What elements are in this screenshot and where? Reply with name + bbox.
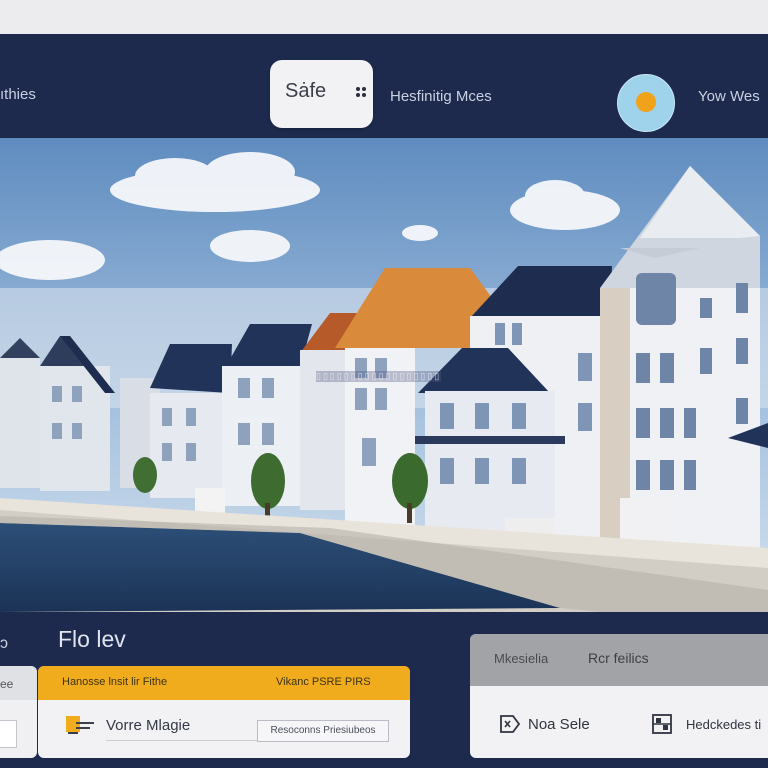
user-avatar[interactable] xyxy=(617,74,675,132)
nav-item-left[interactable]: ıthies xyxy=(0,86,36,103)
left-card-head-label: ee xyxy=(0,677,14,691)
listing-item-label: Vorre Mlagie xyxy=(106,717,191,734)
nav-user-link[interactable]: Yow Wes xyxy=(698,88,760,105)
note-icon xyxy=(66,716,94,734)
left-card-field[interactable] xyxy=(0,720,17,748)
listing-item-underline xyxy=(106,740,264,741)
building-icon xyxy=(652,714,672,734)
left-card[interactable]: ee xyxy=(0,666,37,758)
avatar-dot-icon xyxy=(636,92,656,112)
listing-card-head-right: Vikanc PSRE PIRS xyxy=(276,676,371,688)
section-title: Flo lev xyxy=(58,626,126,652)
listing-card-head-left: Hanosse lnsit lir Fithe xyxy=(62,676,168,688)
for-sale-option[interactable]: Noa Sele xyxy=(498,712,618,738)
house-option-label: Hedckedes ti xyxy=(686,717,762,732)
bottom-panel: ɔ Flo lev ee Hanosse lnsit lir Fithe Vik… xyxy=(0,612,768,768)
header-bar: ıthies Sȧfe Hesfinitig Mces Yow Wes xyxy=(0,34,768,138)
safe-button-label: Sȧfe xyxy=(285,80,327,102)
filter-card-header: Mkesielia Rcr feilics xyxy=(470,634,768,686)
listing-input[interactable]: Resoconns Priesiubeos xyxy=(257,720,389,742)
hero-caption: ▯▯▯▯▯▯▯▯▯▯▯▯▯▯▯▯▯▯ xyxy=(316,371,442,382)
listing-card: Hanosse lnsit lir Fithe Vikanc PSRE PIRS… xyxy=(38,666,410,758)
section-marker: ɔ xyxy=(0,635,8,652)
listing-item[interactable]: Vorre Mlagie xyxy=(64,712,264,741)
filter-card-head-left[interactable]: Mkesielia xyxy=(494,651,548,666)
house-option[interactable]: Hedckedes ti xyxy=(650,712,768,738)
for-sale-label: Noa Sele xyxy=(528,716,590,733)
left-card-header: ee xyxy=(0,666,37,700)
filter-card-head-right[interactable]: Rcr feilics xyxy=(588,650,649,666)
hero-image: ▯▯▯▯▯▯▯▯▯▯▯▯▯▯▯▯▯▯ xyxy=(0,138,768,612)
tag-icon xyxy=(500,715,521,733)
safe-button[interactable]: Sȧfe xyxy=(270,60,373,128)
listing-card-header: Hanosse lnsit lir Fithe Vikanc PSRE PIRS xyxy=(38,666,410,700)
top-strip xyxy=(0,0,768,34)
nav-item-middle[interactable]: Hesfinitig Mces xyxy=(390,88,492,105)
filter-card: Mkesielia Rcr feilics Noa Sele Hedckedes… xyxy=(470,634,768,758)
grid-icon xyxy=(356,87,366,97)
